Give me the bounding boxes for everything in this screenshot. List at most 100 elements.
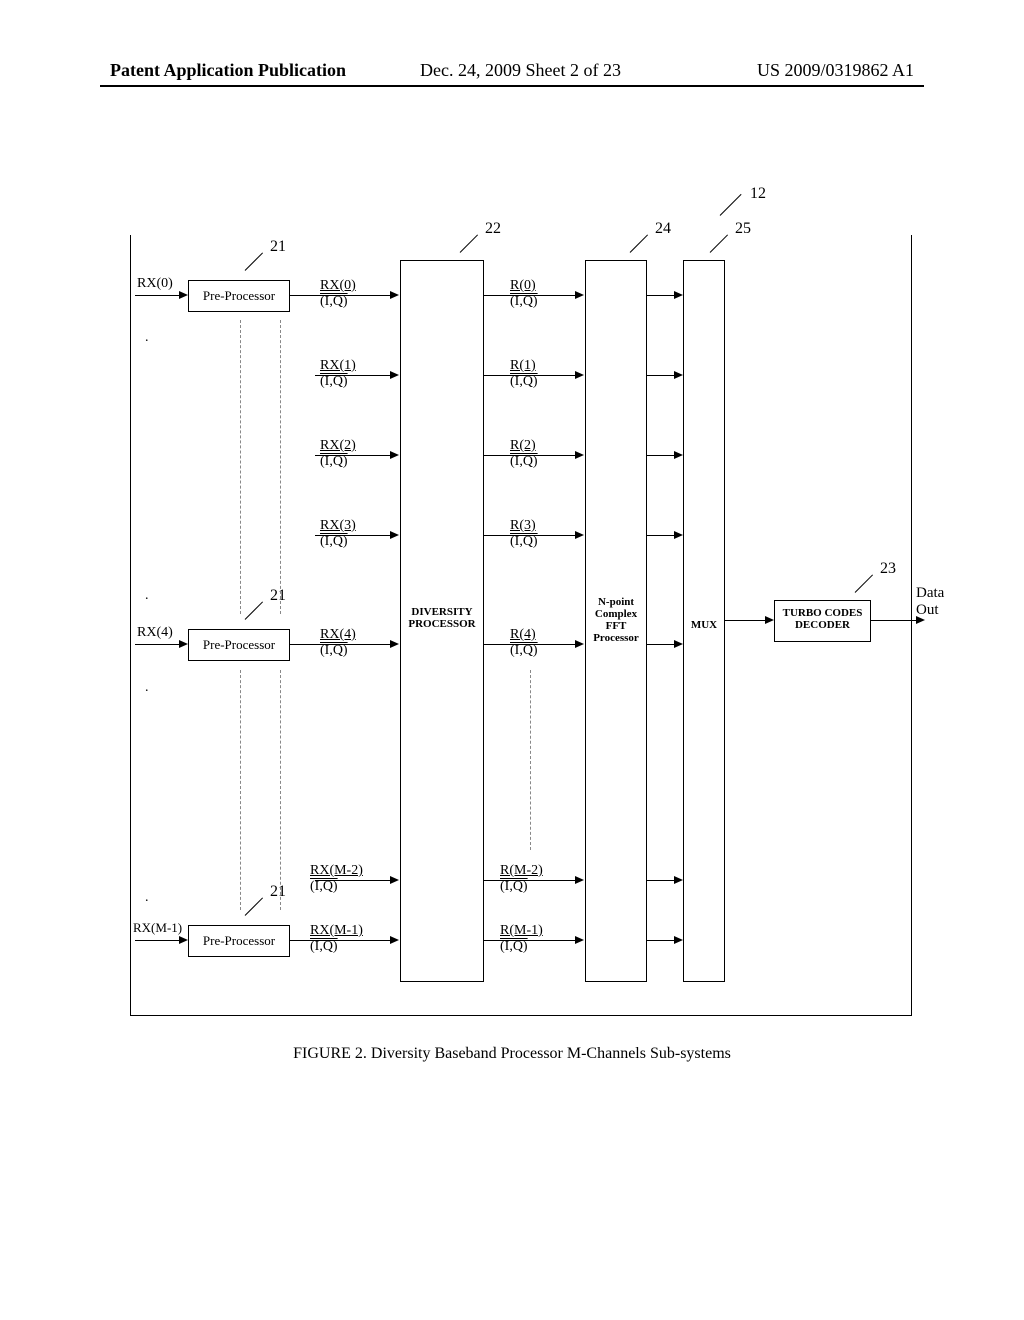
header-mid: Dec. 24, 2009 Sheet 2 of 23 [420, 60, 621, 81]
arrow-head-icon [575, 291, 584, 299]
vertical-ellipsis [280, 670, 281, 910]
fft-processor-block: N-point Complex FFT Processor [585, 260, 647, 982]
arrow [315, 375, 395, 376]
vertical-ellipsis [280, 320, 281, 614]
vertical-ellipsis [240, 320, 241, 614]
arrow-head-icon [179, 936, 188, 944]
signal-r3-iq: R(3)(I,Q) [510, 518, 538, 550]
preprocessor-block-0: Pre-Processor [188, 280, 290, 312]
arrow [484, 644, 580, 645]
decoder-label-2: DECODER [775, 619, 870, 631]
signal-rxm2-iq: RX(M-2)(I,Q) [310, 863, 363, 895]
diversity-label-2: PROCESSOR [401, 618, 483, 630]
arrow-head-icon [575, 371, 584, 379]
signal-rx2-iq: RX(2)(I,Q) [320, 438, 356, 470]
ref-21b: 21 [270, 587, 286, 605]
ref-23: 23 [880, 560, 896, 578]
arrow-head-icon [390, 640, 399, 648]
arrow-head-icon [390, 531, 399, 539]
arrow [315, 880, 395, 881]
preprocessor-block-m1: Pre-Processor [188, 925, 290, 957]
ellipsis-dot: . [145, 330, 149, 346]
signal-r2-iq: R(2)(I,Q) [510, 438, 538, 470]
header-right: US 2009/0319862 A1 [757, 60, 914, 81]
mux-block: MUX [683, 260, 725, 982]
turbo-decoder-block: TURBO CODES DECODER [774, 600, 871, 642]
mux-label: MUX [684, 619, 724, 631]
diversity-label-1: DIVERSITY [401, 606, 483, 618]
signal-rx3-iq: RX(3)(I,Q) [320, 518, 356, 550]
label-rx0-in: RX(0) [137, 276, 173, 292]
signal-rx0-iq: RX(0)(I,Q) [320, 278, 356, 310]
arrow-head-icon [674, 876, 683, 884]
arrow-head-icon [674, 291, 683, 299]
ref-21a: 21 [270, 238, 286, 256]
arrow-head-icon [390, 371, 399, 379]
signal-rx1-iq: RX(1)(I,Q) [320, 358, 356, 390]
arrow [871, 620, 921, 621]
header-rule [100, 85, 924, 87]
arrow [484, 880, 580, 881]
arrow [315, 455, 395, 456]
figure-caption: FIGURE 2. Diversity Baseband Processor M… [0, 1045, 1024, 1063]
arrow [484, 375, 580, 376]
arrow-head-icon [674, 371, 683, 379]
signal-r0-iq: R(0)(I,Q) [510, 278, 538, 310]
arrow-head-icon [575, 531, 584, 539]
arrow-head-icon [674, 451, 683, 459]
signal-rx4-iq: RX(4)(I,Q) [320, 627, 356, 659]
leader-12 [720, 194, 742, 216]
signal-rm1-iq: R(M-1)(I,Q) [500, 923, 543, 955]
figure-diagram: 12 RX(0) Pre-Processor 21 RX(4) Pre-Proc… [130, 200, 910, 1000]
signal-r1-iq: R(1)(I,Q) [510, 358, 538, 390]
ellipsis-dot: . [145, 680, 149, 696]
arrow-head-icon [575, 876, 584, 884]
vertical-ellipsis [530, 670, 531, 850]
label-data-out: Data Out [916, 585, 944, 619]
fft-label-2: Complex [586, 608, 646, 620]
preprocessor-block-4: Pre-Processor [188, 629, 290, 661]
ref-22: 22 [485, 220, 501, 238]
arrow-head-icon [575, 640, 584, 648]
ref-24: 24 [655, 220, 671, 238]
ref-12: 12 [750, 185, 766, 203]
arrow-head-icon [765, 616, 774, 624]
arrow [135, 940, 185, 941]
label-rx4-in: RX(4) [137, 625, 173, 641]
signal-r4-iq: R(4)(I,Q) [510, 627, 538, 659]
arrow [135, 295, 185, 296]
arrow [484, 295, 580, 296]
arrow [290, 940, 395, 941]
signal-rm2-iq: R(M-2)(I,Q) [500, 863, 543, 895]
arrow-head-icon [674, 936, 683, 944]
header-left: Patent Application Publication [110, 60, 346, 81]
arrow [290, 644, 395, 645]
decoder-label-1: TURBO CODES [775, 607, 870, 619]
arrow-head-icon [179, 291, 188, 299]
vertical-ellipsis [240, 670, 241, 910]
ellipsis-dot: . [145, 890, 149, 906]
diversity-processor-block: DIVERSITY PROCESSOR [400, 260, 484, 982]
arrow [725, 620, 770, 621]
fft-label-4: Processor [586, 632, 646, 644]
label-rxm1-in: RX(M-1) [133, 920, 182, 936]
arrow-head-icon [575, 936, 584, 944]
arrow-head-icon [179, 640, 188, 648]
arrow-head-icon [390, 451, 399, 459]
arrow [135, 644, 185, 645]
ref-25: 25 [735, 220, 751, 238]
arrow [484, 940, 580, 941]
fft-label-3: FFT [586, 620, 646, 632]
arrow [484, 455, 580, 456]
arrow-head-icon [390, 936, 399, 944]
arrow-head-icon [674, 640, 683, 648]
arrow-head-icon [674, 531, 683, 539]
arrow [484, 535, 580, 536]
ref-21c: 21 [270, 883, 286, 901]
arrow-head-icon [390, 876, 399, 884]
fft-label-1: N-point [586, 596, 646, 608]
arrow [315, 535, 395, 536]
arrow-head-icon [390, 291, 399, 299]
arrow [290, 295, 395, 296]
arrow-head-icon [575, 451, 584, 459]
